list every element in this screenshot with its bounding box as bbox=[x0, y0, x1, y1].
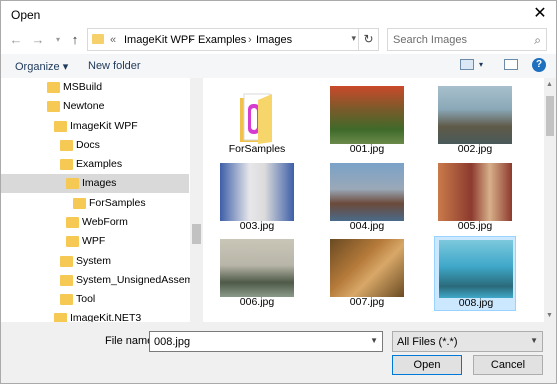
search-icon: ⌕ bbox=[534, 33, 541, 47]
file-item[interactable]: 005.jpg bbox=[434, 160, 516, 235]
scrollbar-thumb[interactable] bbox=[192, 224, 201, 244]
file-item[interactable]: 004.jpg bbox=[326, 160, 408, 235]
back-arrow-icon[interactable]: ← bbox=[7, 31, 25, 49]
refresh-icon[interactable]: ↻ bbox=[358, 29, 378, 50]
scrollbar-thumb[interactable] bbox=[546, 96, 554, 136]
tree-item[interactable]: Docs bbox=[1, 136, 189, 155]
organize-button[interactable]: Organize ▾ bbox=[15, 60, 68, 73]
file-item[interactable]: 001.jpg bbox=[326, 83, 408, 158]
folder-icon bbox=[66, 236, 79, 247]
folder-icon bbox=[66, 178, 79, 189]
new-folder-button[interactable]: New folder bbox=[88, 60, 141, 72]
open-button[interactable]: Open bbox=[392, 355, 462, 375]
chevron-down-icon[interactable]: ▼ bbox=[370, 336, 378, 345]
scroll-down-icon[interactable]: ▼ bbox=[546, 312, 553, 319]
image-thumbnail bbox=[330, 239, 404, 297]
folder-icon bbox=[54, 313, 67, 322]
tree-item[interactable]: WPF bbox=[1, 232, 189, 251]
file-name-field[interactable]: 008.jpg ▼ bbox=[149, 331, 383, 352]
tree-item[interactable]: WebForm bbox=[1, 213, 189, 232]
folder-icon bbox=[60, 275, 73, 286]
navigation-bar: ← → ▾ ↑ « ImageKit WPF › Examples › Imag… bbox=[1, 27, 556, 53]
folder-icon bbox=[60, 159, 73, 170]
tree-item-selected[interactable]: Images bbox=[1, 174, 189, 193]
window-title: Open bbox=[11, 8, 41, 22]
image-thumbnail bbox=[330, 86, 404, 144]
file-item-selected[interactable]: 008.jpg bbox=[434, 236, 516, 311]
file-name: ForSamples bbox=[228, 143, 286, 155]
preview-pane-icon[interactable] bbox=[504, 59, 518, 70]
breadcrumb-segment[interactable]: ImageKit WPF bbox=[124, 34, 195, 46]
file-grid-scrollbar[interactable]: ▲ ▼ bbox=[544, 78, 556, 322]
image-thumbnail bbox=[438, 86, 512, 144]
image-thumbnail bbox=[220, 239, 294, 297]
file-name: 003.jpg bbox=[239, 220, 275, 232]
file-item[interactable]: 003.jpg bbox=[216, 160, 298, 235]
dialog-footer: File name: 008.jpg ▼ All Files (*.*) ▼ O… bbox=[1, 322, 556, 383]
file-name: 004.jpg bbox=[349, 220, 385, 232]
tree-item[interactable]: Examples bbox=[1, 155, 189, 174]
view-options-icon[interactable]: ▾ bbox=[479, 60, 483, 69]
address-bar[interactable]: « ImageKit WPF › Examples › Images ▾ ↻ bbox=[87, 28, 379, 51]
image-thumbnail bbox=[438, 163, 512, 221]
file-item[interactable]: 002.jpg bbox=[434, 83, 516, 158]
file-name: 005.jpg bbox=[457, 220, 493, 232]
file-name: 001.jpg bbox=[349, 143, 385, 155]
folder-icon bbox=[60, 294, 73, 305]
image-thumbnail bbox=[220, 163, 294, 221]
file-item-folder[interactable]: ForSamples bbox=[216, 83, 298, 158]
change-view-icon[interactable] bbox=[460, 59, 474, 70]
tree-item[interactable]: ForSamples bbox=[1, 194, 189, 213]
breadcrumb-segment[interactable]: Examples bbox=[198, 34, 246, 46]
tree-item[interactable]: Newtone bbox=[1, 97, 189, 116]
file-grid: ForSamples 001.jpg 002.jpg 003.jpg 004.j… bbox=[203, 78, 544, 322]
overflow-chevron[interactable]: « bbox=[110, 34, 116, 46]
file-type-value: All Files (*.*) bbox=[397, 336, 458, 348]
tree-item[interactable]: System bbox=[1, 252, 189, 271]
address-dropdown-icon[interactable]: ▾ bbox=[351, 33, 356, 44]
image-thumbnail bbox=[439, 240, 513, 298]
file-name: 002.jpg bbox=[457, 143, 493, 155]
file-name: 006.jpg bbox=[239, 296, 275, 308]
tree-item[interactable]: MSBuild bbox=[1, 78, 189, 97]
folder-icon bbox=[60, 256, 73, 267]
command-bar: Organize ▾ New folder ▾ ? bbox=[1, 54, 556, 78]
breadcrumb-segment[interactable]: Images bbox=[256, 34, 292, 46]
scroll-up-icon[interactable]: ▲ bbox=[546, 81, 553, 88]
file-item[interactable]: 007.jpg bbox=[326, 236, 408, 311]
folder-icon bbox=[47, 82, 60, 93]
breadcrumb-separator-icon[interactable]: › bbox=[189, 34, 193, 46]
search-placeholder: Search Images bbox=[393, 34, 467, 46]
tree-item[interactable]: Tool bbox=[1, 290, 189, 309]
file-name: 007.jpg bbox=[349, 296, 385, 308]
open-dialog: Open ✕ ← → ▾ ↑ « ImageKit WPF › Examples… bbox=[0, 0, 557, 384]
up-arrow-icon[interactable]: ↑ bbox=[66, 31, 84, 49]
folder-icon bbox=[54, 121, 67, 132]
breadcrumb-separator-icon[interactable]: › bbox=[248, 34, 252, 46]
tree-item[interactable]: System_UnsignedAssembly bbox=[1, 271, 202, 290]
tree-item[interactable]: ImageKit.NET3 bbox=[1, 309, 189, 322]
file-item[interactable]: 006.jpg bbox=[216, 236, 298, 311]
help-icon[interactable]: ? bbox=[532, 58, 546, 72]
folder-icon bbox=[240, 93, 272, 144]
folder-icon bbox=[73, 198, 86, 209]
forward-arrow-icon[interactable]: → bbox=[29, 31, 47, 49]
cancel-button[interactable]: Cancel bbox=[473, 355, 543, 375]
folder-icon bbox=[47, 101, 60, 112]
search-input[interactable]: Search Images ⌕ bbox=[387, 28, 547, 51]
tree-item[interactable]: ImageKit WPF bbox=[1, 117, 189, 136]
folder-icon bbox=[92, 34, 104, 44]
chevron-down-icon: ▼ bbox=[530, 336, 538, 345]
file-name: 008.jpg bbox=[458, 297, 494, 309]
folder-icon bbox=[60, 140, 73, 151]
file-type-select[interactable]: All Files (*.*) ▼ bbox=[392, 331, 543, 352]
recent-locations-icon[interactable]: ▾ bbox=[49, 31, 67, 49]
image-thumbnail bbox=[330, 163, 404, 221]
file-name-value: 008.jpg bbox=[154, 336, 191, 348]
title-bar: Open ✕ bbox=[1, 1, 556, 27]
tree-scrollbar[interactable] bbox=[190, 78, 203, 322]
folder-icon bbox=[66, 217, 79, 228]
navigation-tree: MSBuild Newtone ImageKit WPF Docs Exampl… bbox=[1, 78, 203, 322]
close-icon[interactable]: ✕ bbox=[530, 5, 550, 23]
